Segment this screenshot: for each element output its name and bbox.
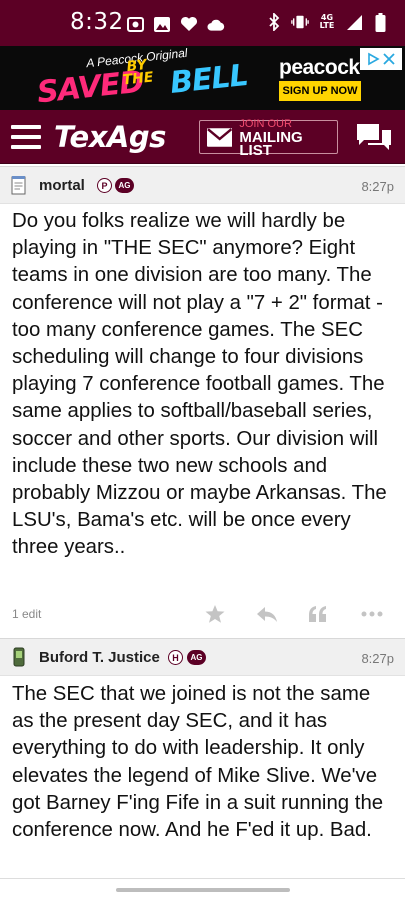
- cloud-icon: [207, 15, 225, 33]
- home-indicator[interactable]: [116, 888, 290, 892]
- top-nav: TexAgs JOIN OUR MAILING LIST: [0, 110, 405, 164]
- vibrate-icon: [291, 13, 309, 31]
- post-body: The SEC that we joined is not the same a…: [12, 683, 384, 842]
- post-header: mortal P AG 8:27p: [0, 166, 405, 204]
- post-time: 8:27p: [361, 179, 394, 194]
- ad-title-the: THE: [121, 69, 155, 89]
- post-body: Do you folks realize we will hardly be p…: [12, 210, 387, 559]
- ad-banner[interactable]: A Peacock Original SAVED BY THE BELL pea…: [0, 46, 405, 110]
- more-icon[interactable]: [360, 604, 383, 624]
- mail-icon: [207, 127, 233, 147]
- edit-count[interactable]: 1 edit: [12, 607, 41, 621]
- quote-icon[interactable]: [307, 604, 329, 624]
- badge-p: P: [97, 178, 112, 193]
- bluetooth-icon: [265, 13, 283, 31]
- gallery-icon: [153, 15, 171, 33]
- network-type: 4G LTE: [317, 13, 337, 31]
- site-logo[interactable]: TexAgs: [54, 120, 166, 154]
- mailing-list-label: MAILING LIST: [239, 128, 303, 159]
- ad-title-by-the: BY THE: [121, 57, 155, 89]
- ad-play-icon: [368, 52, 380, 66]
- ad-signup-button[interactable]: SIGN UP NOW: [279, 81, 361, 101]
- status-right-icons: 4G LTE: [265, 12, 389, 32]
- mailing-list-button[interactable]: JOIN OUR MAILING LIST: [199, 118, 338, 159]
- badge-h: H: [168, 650, 183, 665]
- ad-close-icon: [383, 53, 395, 65]
- badge-ag: AG: [187, 650, 206, 665]
- signal-icon: [345, 13, 363, 31]
- phone-avatar-icon: [13, 647, 25, 667]
- status-left-icons: [126, 15, 225, 33]
- star-icon[interactable]: [204, 604, 226, 624]
- status-bar: 8:32 4G LTE: [0, 0, 405, 46]
- ad-brand: peacock: [279, 56, 360, 79]
- status-time: 8:32: [70, 9, 124, 35]
- ad-title-bell: BELL: [168, 58, 250, 101]
- menu-icon[interactable]: [11, 125, 41, 149]
- post-actions: 1 edit: [0, 596, 405, 634]
- reply-icon[interactable]: [256, 604, 278, 624]
- badge-ag: AG: [115, 178, 134, 193]
- gesture-bar: [0, 878, 405, 900]
- network-sub-label: LTE: [319, 21, 335, 30]
- battery-icon: [371, 12, 389, 32]
- notepad-avatar-icon: [11, 176, 26, 195]
- heart-icon: [180, 15, 198, 33]
- post-header: Buford T. Justice H AG 8:27p: [0, 638, 405, 676]
- mailing-list-text: JOIN OUR MAILING LIST: [239, 118, 337, 159]
- post-time: 8:27p: [361, 651, 394, 666]
- chat-icon[interactable]: [355, 122, 393, 152]
- post-author[interactable]: Buford T. Justice: [39, 649, 160, 666]
- post-author[interactable]: mortal: [39, 177, 85, 194]
- photo-icon: [126, 15, 144, 33]
- ad-choices-button[interactable]: [360, 48, 402, 70]
